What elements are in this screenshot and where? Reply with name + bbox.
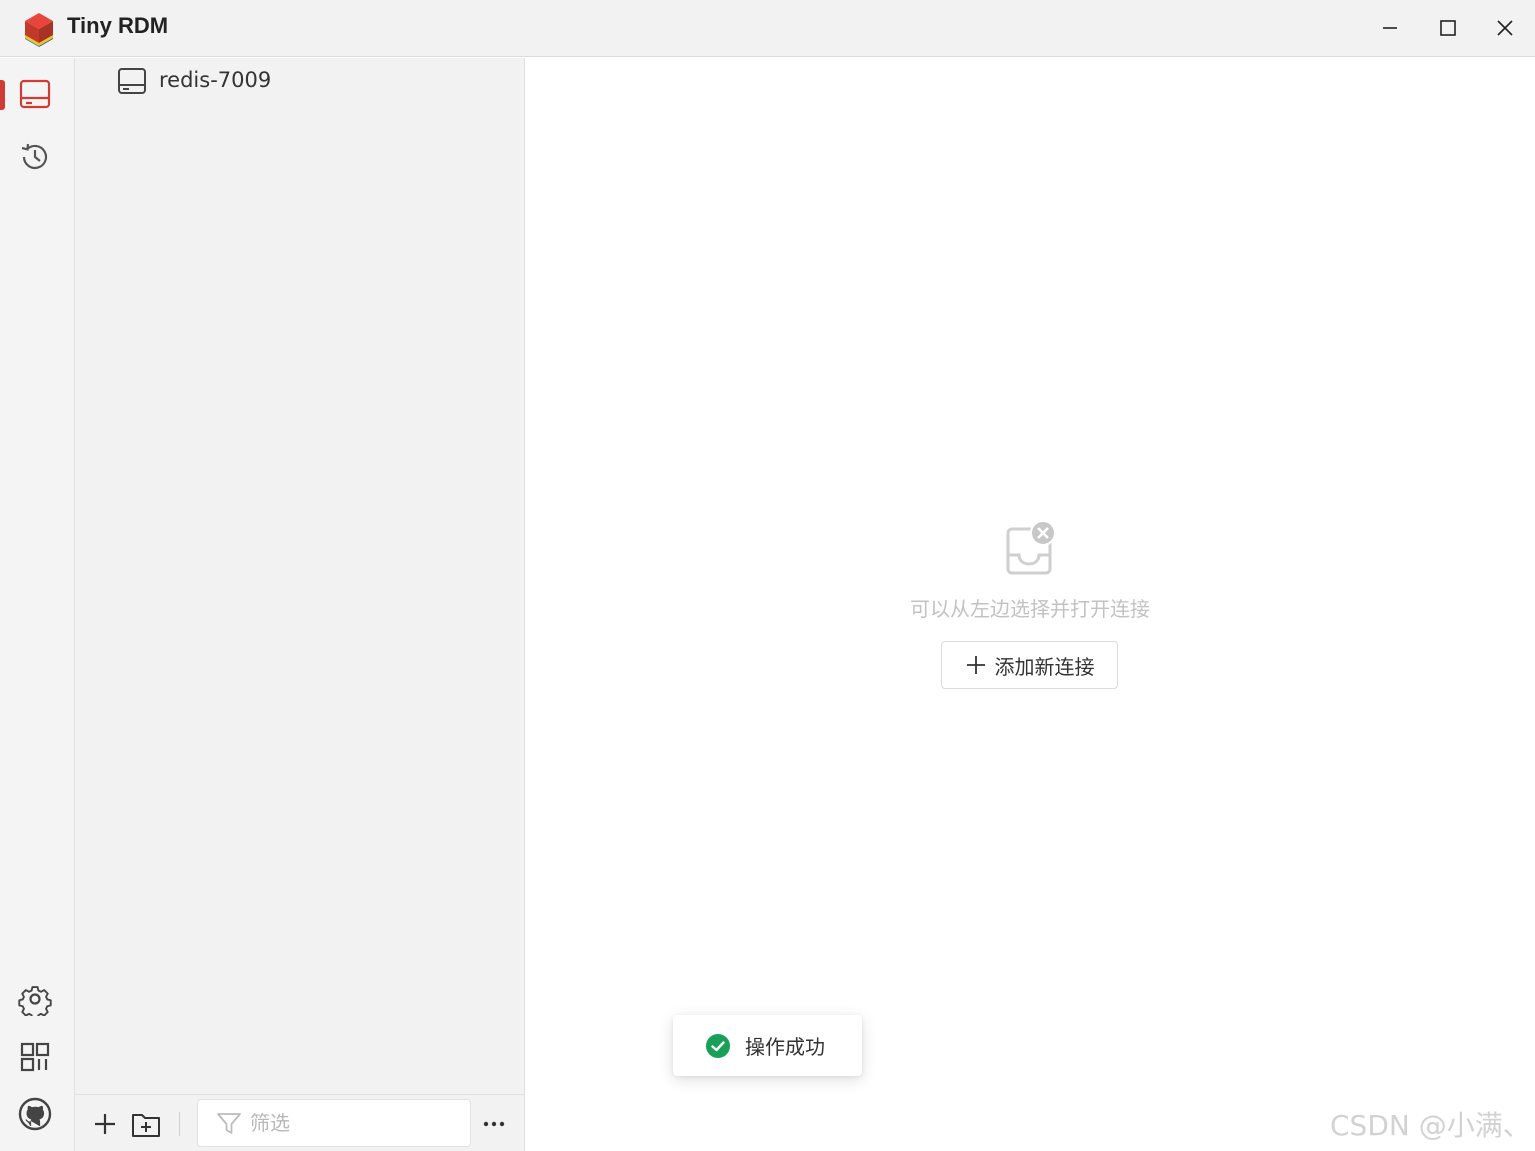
more-options-button[interactable] <box>478 1108 510 1140</box>
minimize-icon <box>1383 27 1397 29</box>
check-circle-icon <box>706 1033 730 1058</box>
server-icon <box>118 68 146 94</box>
history-icon <box>21 143 48 170</box>
server-icon <box>19 79 51 109</box>
close-icon <box>1497 20 1513 36</box>
more-horizontal-icon <box>483 1121 505 1127</box>
plus-icon <box>966 656 985 674</box>
footer-divider <box>179 1112 180 1136</box>
add-connection-button[interactable] <box>89 1108 121 1140</box>
connection-sidebar: redis-7009 <box>75 58 525 1151</box>
nav-server-button[interactable] <box>16 75 54 113</box>
nav-github-button[interactable] <box>16 1095 54 1133</box>
filter-input[interactable] <box>250 1109 460 1137</box>
watermark: CSDN @小满、 <box>1330 1109 1531 1142</box>
connection-label: redis-7009 <box>159 68 272 92</box>
apps-icon <box>20 1042 50 1072</box>
close-button[interactable] <box>1489 12 1521 44</box>
minimize-button[interactable] <box>1374 12 1406 44</box>
empty-inbox-icon <box>1006 520 1056 575</box>
add-new-connection-label: 添加新连接 <box>994 654 1095 679</box>
main-content: 可以从左边选择并打开连接 添加新连接 <box>525 58 1535 1151</box>
connection-item[interactable]: redis-7009 <box>75 58 524 102</box>
title-bar: Tiny RDM <box>0 0 1535 57</box>
app-logo-icon <box>25 13 53 47</box>
folder-plus-icon <box>132 1114 160 1137</box>
plus-icon <box>95 1114 115 1134</box>
gear-icon <box>18 986 52 1016</box>
maximize-button[interactable] <box>1432 12 1464 44</box>
success-toast: 操作成功 <box>673 1015 862 1076</box>
github-icon <box>18 1097 52 1131</box>
new-group-button[interactable] <box>130 1108 162 1140</box>
nav-apps-button[interactable] <box>16 1038 54 1076</box>
nav-history-button[interactable] <box>16 138 54 176</box>
filter-icon <box>217 1113 241 1134</box>
sidebar-footer <box>75 1094 524 1151</box>
empty-state-message: 可以从左边选择并打开连接 <box>910 597 1150 621</box>
nav-settings-button[interactable] <box>16 980 54 1018</box>
app-title: Tiny RDM <box>67 13 169 38</box>
add-new-connection-button[interactable]: 添加新连接 <box>941 641 1118 689</box>
filter-box[interactable] <box>197 1099 471 1147</box>
maximize-icon <box>1440 20 1456 36</box>
toast-message: 操作成功 <box>745 1035 825 1059</box>
active-indicator <box>0 80 5 110</box>
nav-rail <box>0 58 75 1151</box>
